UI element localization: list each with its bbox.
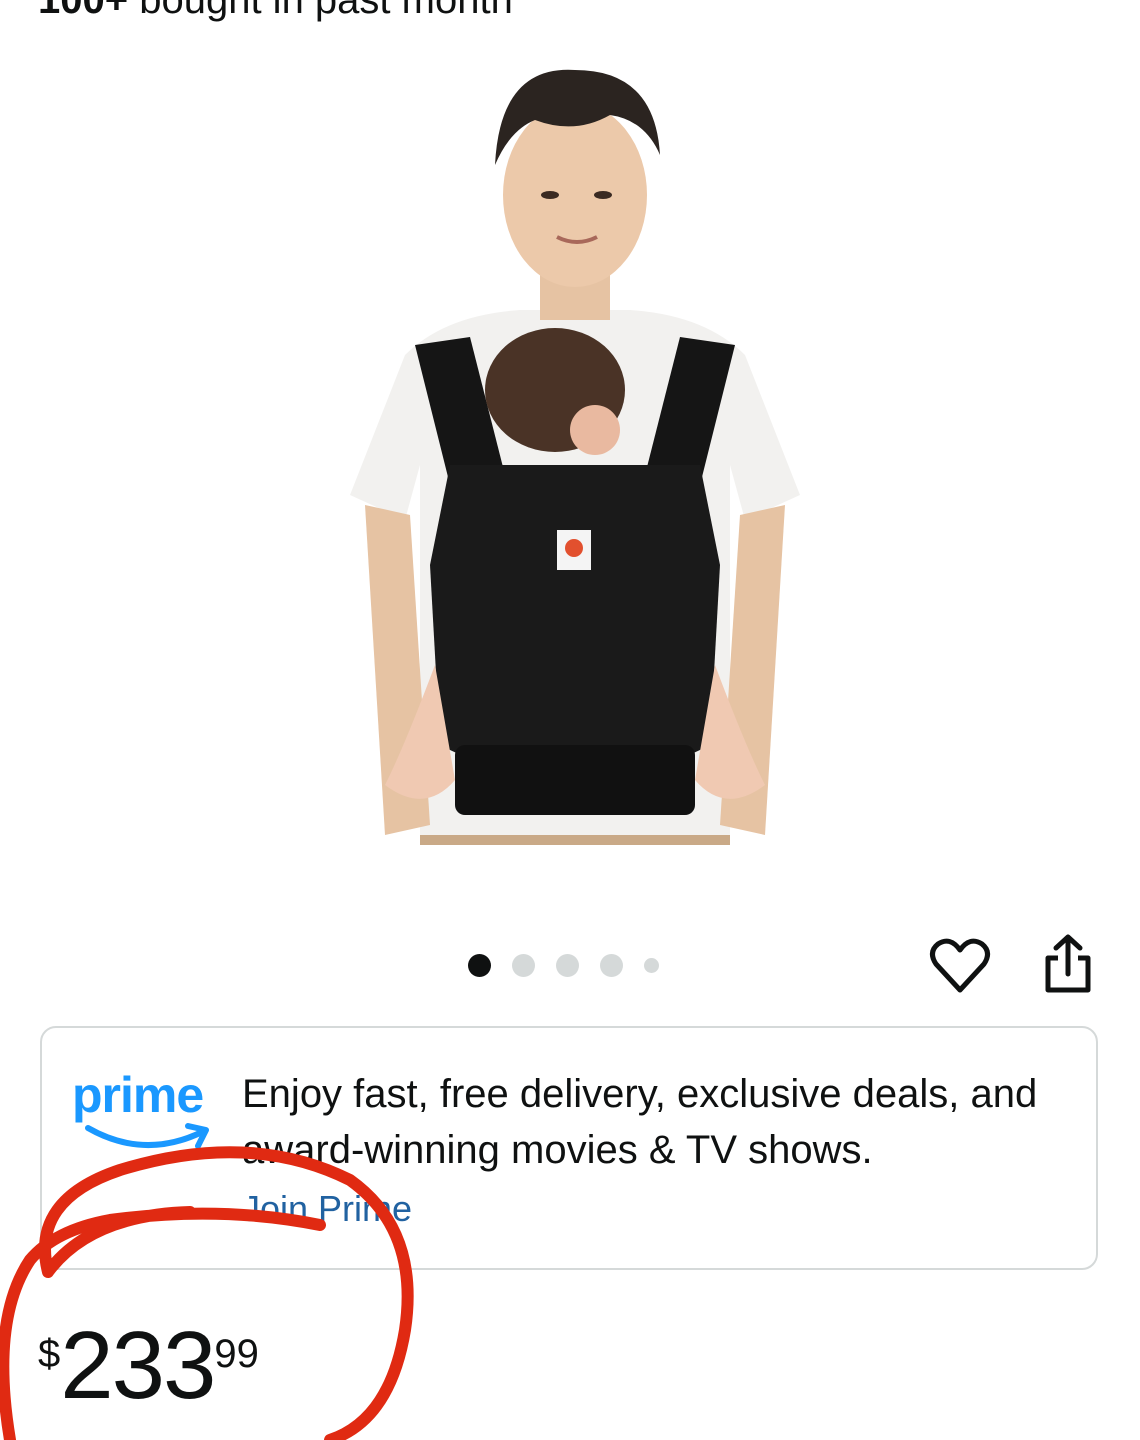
product-price: $ 233 99	[38, 1318, 259, 1414]
bought-in-past-month: 100+ bought in past month	[38, 0, 513, 23]
share-icon	[1045, 934, 1091, 993]
price-whole: 233	[60, 1312, 216, 1419]
join-prime-link[interactable]: Join Prime	[242, 1188, 412, 1230]
carousel-dot-5[interactable]	[644, 957, 659, 973]
price-currency-symbol: $	[38, 1332, 61, 1376]
bought-count: 100+	[38, 0, 129, 22]
product-photo-illustration	[350, 69, 800, 845]
share-button[interactable]	[1036, 934, 1100, 998]
carousel-dot-1[interactable]	[468, 953, 491, 977]
carousel-dot-4[interactable]	[600, 953, 623, 977]
wishlist-heart-button[interactable]	[928, 934, 992, 998]
prime-logo: prime	[72, 1066, 217, 1156]
price-fraction: 99	[214, 1332, 259, 1376]
prime-message: Enjoy fast, free delivery, exclusive dea…	[242, 1072, 1038, 1172]
prime-logo-text: prime	[72, 1067, 204, 1123]
carousel-dot-3[interactable]	[556, 953, 579, 977]
bought-text: bought in past month	[128, 0, 513, 22]
heart-icon	[930, 938, 990, 993]
product-image[interactable]	[345, 45, 805, 845]
prime-promo-card: prime Enjoy fast, free delivery, exclusi…	[40, 1026, 1098, 1270]
image-carousel-dots[interactable]	[468, 951, 659, 979]
carousel-dot-2[interactable]	[512, 953, 535, 977]
prime-smile-icon	[85, 1123, 209, 1149]
